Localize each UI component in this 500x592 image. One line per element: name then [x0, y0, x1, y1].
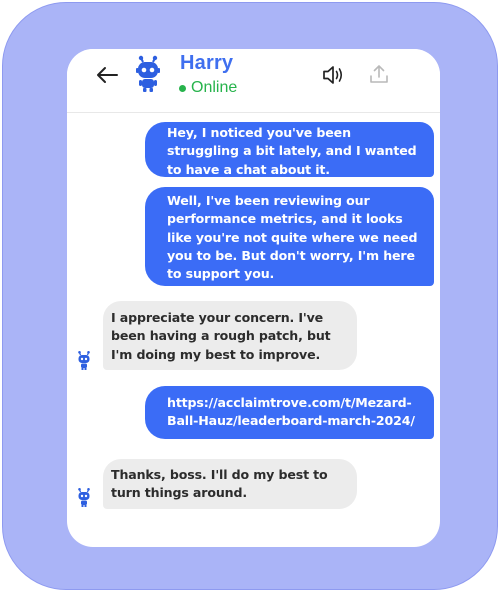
speaker-icon[interactable] — [322, 64, 346, 86]
chat-header: Harry Online — [67, 49, 440, 113]
robot-avatar-icon — [72, 348, 96, 372]
chat-window: Harry Online Hey, I noticed you've been … — [67, 49, 440, 547]
online-status: Online — [179, 79, 237, 97]
sent-link-message[interactable]: https://acclaimtrove.com/t/Mezard-Ball-H… — [145, 386, 434, 439]
contact-name: Harry — [180, 52, 234, 74]
received-message-bubble[interactable]: Thanks, boss. I'll do my best to turn th… — [103, 459, 357, 509]
robot-avatar-icon — [72, 485, 96, 509]
received-message-bubble[interactable]: I appreciate your concern. I've been hav… — [103, 301, 357, 370]
robot-avatar-icon — [133, 55, 163, 93]
sent-message-bubble[interactable]: Hey, I noticed you've been struggling a … — [145, 122, 434, 177]
device-frame: Harry Online Hey, I noticed you've been … — [2, 2, 498, 590]
status-text: Online — [191, 79, 238, 96]
sent-message-bubble[interactable]: Well, I've been reviewing our performanc… — [145, 187, 434, 286]
back-arrow-icon[interactable] — [95, 65, 119, 85]
online-dot-icon — [179, 84, 186, 92]
share-upload-icon[interactable] — [369, 63, 389, 85]
